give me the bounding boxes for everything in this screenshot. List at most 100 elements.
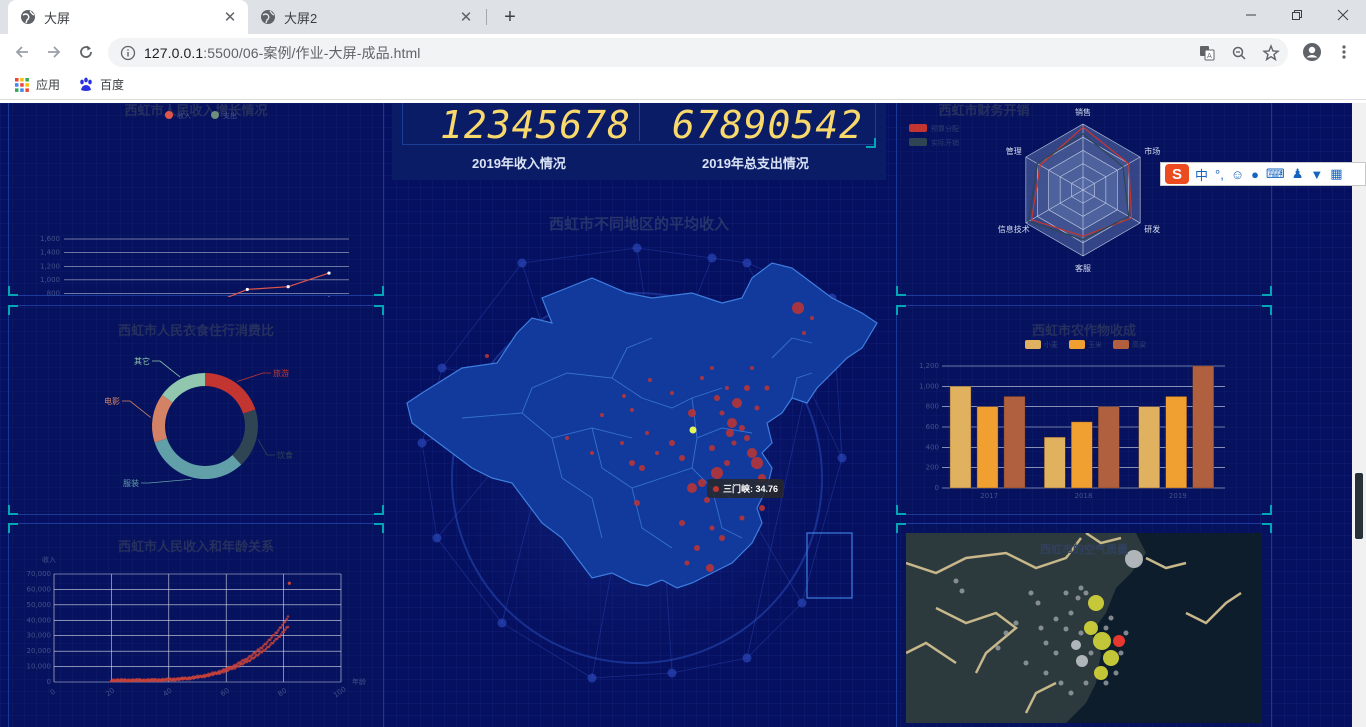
map-city-point [709, 525, 715, 531]
ime-punctuation[interactable]: °, [1215, 167, 1224, 182]
legend-label: 小麦 [1044, 340, 1058, 349]
air-point-small [1088, 650, 1094, 656]
x-tick-label: 80 [277, 687, 289, 699]
air-point-small [1023, 660, 1029, 666]
scrollbar-thumb[interactable] [1355, 473, 1363, 539]
bookmark-star-icon[interactable] [1262, 44, 1280, 62]
air-point-small [1083, 680, 1089, 686]
menu-icon[interactable] [1330, 38, 1358, 66]
radar-indicator-label: 销售 [1075, 107, 1091, 117]
consumption-pie-panel: 西虹市人民衣食住行消费比 旅游 饮食 服装 电影 其它 [8, 305, 384, 515]
bar [949, 386, 972, 489]
bar [1044, 436, 1066, 489]
map-city-point [792, 302, 804, 314]
map-city-point [688, 409, 696, 417]
map-city-point [711, 467, 723, 479]
microphone-icon[interactable]: ● [1251, 167, 1259, 182]
slice-label: 饮食 [277, 450, 293, 460]
bar [1165, 396, 1187, 489]
crop-bar-panel: 西虹市农作物收成 0 200 400 600 800 1,000 1,200 2017 2018… [896, 305, 1272, 515]
y-tick-label: 1,600 [40, 235, 60, 243]
air-point-small [1068, 690, 1074, 696]
reload-icon[interactable] [72, 38, 100, 66]
info-icon[interactable] [120, 45, 136, 61]
air-point-large [1088, 595, 1104, 611]
tab-strip: 大屏 ✕ 大屏2 ✕ + [0, 0, 1366, 34]
scatter-point [279, 626, 283, 629]
map-highlight-point[interactable] [689, 426, 697, 434]
air-quality-panel: 西虹市的空气质量 [896, 523, 1272, 727]
keyboard-icon[interactable]: ⌨ [1266, 166, 1285, 182]
map-city-point [802, 331, 806, 335]
air-point-small [1003, 630, 1009, 636]
bookmark-apps[interactable]: 应用 [14, 76, 60, 93]
translate-icon[interactable]: A [1198, 44, 1216, 62]
air-point-large [1093, 632, 1111, 650]
back-icon[interactable] [8, 38, 36, 66]
kpi-divider [639, 103, 640, 141]
legend-label: 实际开销 [931, 138, 959, 147]
age-scatter-chart: 收入 0 10,000 20,000 30,000 40,000 50,000 60,000 7… [27, 555, 367, 699]
address-bar[interactable]: 127.0.0.1:5500/06-案例/作业-大屏-成品.html A [108, 38, 1288, 67]
skin-icon[interactable]: ▼ [1310, 167, 1323, 182]
tab-inactive[interactable]: 大屏2 ✕ [248, 0, 484, 34]
air-quality-map[interactable]: 西虹市的空气质量 [906, 533, 1262, 723]
map-city-point [648, 378, 652, 382]
map-city-point [747, 448, 757, 458]
x-tick-label: 40 [162, 687, 174, 699]
map-city-point [751, 457, 763, 469]
network-node [517, 258, 527, 268]
map-city-point [679, 455, 685, 461]
map-city-point [485, 354, 489, 358]
map-city-point [639, 465, 645, 471]
account-icon[interactable] [1298, 38, 1326, 66]
network-node [742, 653, 752, 663]
y-axis-name: 收入 [42, 555, 56, 564]
air-point-small [1053, 616, 1059, 622]
grid-menu-icon[interactable]: ▦ [1330, 166, 1342, 182]
bar [1138, 406, 1160, 489]
bar [1003, 396, 1026, 489]
map-city-point [694, 545, 700, 551]
kpi-income-value: 12345678 [440, 103, 632, 147]
legend-marker [211, 111, 219, 119]
sogou-logo-icon[interactable]: S [1165, 164, 1189, 184]
bookmarks-bar: 应用 百度 [0, 70, 1366, 100]
air-point-large [1076, 655, 1088, 667]
window-close-icon[interactable] [1320, 0, 1366, 30]
radar-indicator-label: 客服 [1075, 263, 1091, 273]
network-edge [636, 247, 713, 259]
svg-text:A: A [1207, 52, 1212, 60]
air-point-large [1071, 640, 1081, 650]
user-icon[interactable]: ♟ [1292, 166, 1304, 182]
air-point-large [1113, 635, 1125, 647]
restore-icon[interactable] [1274, 0, 1320, 30]
tab-close-icon[interactable]: ✕ [458, 9, 474, 26]
map-city-point [810, 316, 814, 320]
bookmark-baidu[interactable]: 百度 [78, 76, 124, 93]
forward-icon[interactable] [40, 38, 68, 66]
bar [976, 406, 999, 489]
new-tab-button[interactable]: + [498, 5, 522, 29]
zoom-icon[interactable] [1230, 44, 1248, 62]
slice-label: 电影 [104, 396, 120, 406]
x-tick-label: 2017 [980, 492, 998, 500]
minimize-icon[interactable] [1228, 0, 1274, 30]
vertical-scrollbar[interactable] [1352, 103, 1366, 727]
ime-chinese-mode[interactable]: 中 [1195, 165, 1208, 184]
china-map-chart[interactable] [392, 238, 886, 688]
tab-close-icon[interactable]: ✕ [222, 9, 238, 26]
radar-indicator-label: 管理 [1006, 146, 1022, 156]
network-node [432, 533, 442, 543]
y-tick-label: 400 [926, 443, 939, 451]
globe-icon [260, 9, 276, 25]
map-city-point [706, 564, 714, 572]
scatter-point [270, 636, 273, 639]
ime-toolbar[interactable]: S 中 °, ☺ ● ⌨ ♟ ▼ ▦ [1160, 162, 1366, 186]
emoji-icon[interactable]: ☺ [1231, 167, 1244, 182]
scatter-point [283, 620, 287, 624]
map-city-point [698, 479, 706, 487]
tab-active[interactable]: 大屏 ✕ [8, 0, 248, 34]
map-city-point [714, 395, 720, 401]
map-city-point [709, 445, 715, 451]
